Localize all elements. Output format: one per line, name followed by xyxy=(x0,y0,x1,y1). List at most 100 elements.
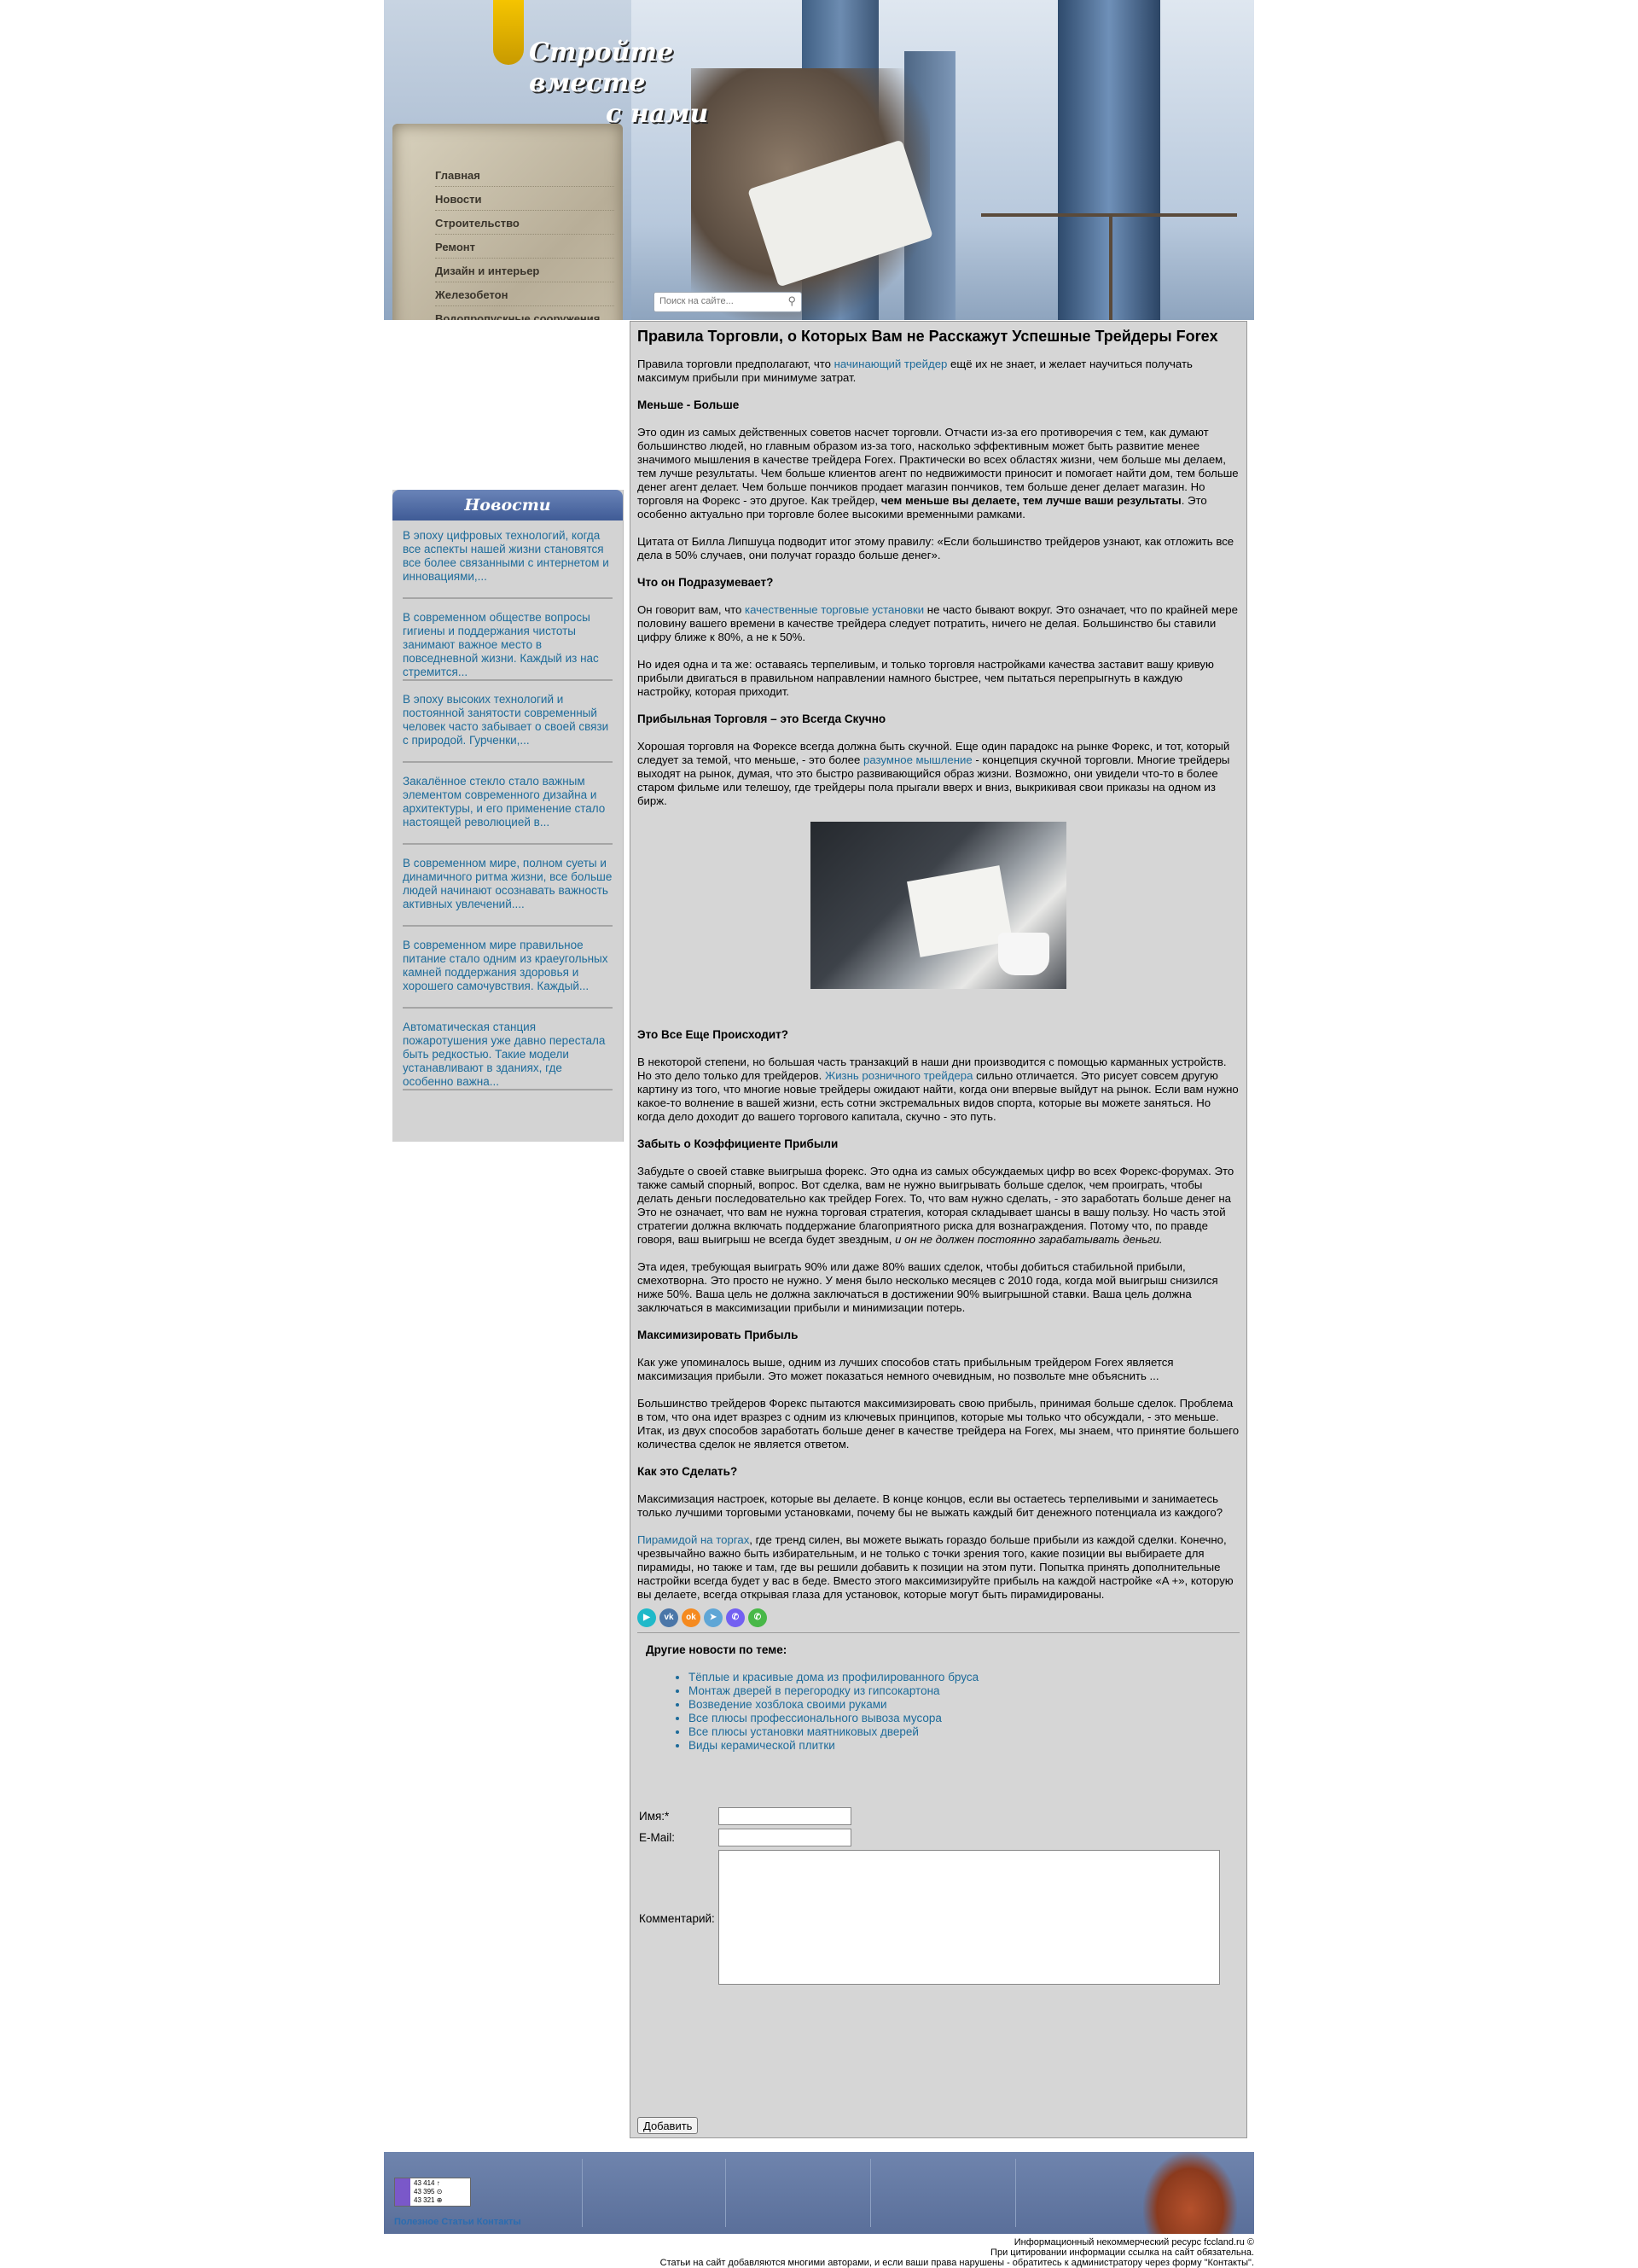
related-link[interactable]: Возведение хозблока своими руками xyxy=(688,1698,887,1711)
nav-item[interactable]: Главная xyxy=(435,163,614,187)
news-heading: Новости xyxy=(392,490,623,520)
section-heading: Прибыльная Торговля – это Всегда Скучно xyxy=(637,712,886,725)
whatsapp-icon[interactable]: ✆ xyxy=(748,1608,767,1627)
nav-item[interactable]: Дизайн и интерьер xyxy=(435,259,614,282)
comment-form: Имя:* E-Mail: Комментарий: xyxy=(637,1806,1240,1990)
comment-field[interactable] xyxy=(717,1850,1220,1985)
crane-graphic xyxy=(1109,213,1112,320)
article-paragraph: Максимизация настроек, которые вы делает… xyxy=(637,1492,1223,1519)
divider xyxy=(637,1632,1240,1633)
bold-text: чем меньше вы делаете, тем лучше ваши ре… xyxy=(880,494,1182,507)
related-item: Виды керамической плитки xyxy=(688,1739,1240,1753)
logo-line-1: Стройте вместе xyxy=(529,38,674,98)
article-paragraph: Он говорит вам, что качественные торговы… xyxy=(637,603,1240,644)
site-footer: 43 414 ↑ 43 395 ⊙ 43 321 ⊕ Полезное Стат… xyxy=(384,2152,1254,2234)
section-heading: Забыть о Коэффициенте Прибыли xyxy=(637,1137,839,1150)
link-reasonable-thinking[interactable]: разумное мышление xyxy=(863,753,973,766)
related-link[interactable]: Тёплые и красивые дома из профилированно… xyxy=(688,1671,979,1684)
article-paragraph: В некоторой степени, но большая часть тр… xyxy=(637,1055,1240,1124)
viber-icon[interactable]: ✆ xyxy=(726,1608,745,1627)
section-heading: Как это Сделать? xyxy=(637,1465,738,1478)
article-paragraph: Это один из самых действенных советов на… xyxy=(637,426,1240,521)
email-field[interactable] xyxy=(717,1829,851,1846)
news-item[interactable]: В эпоху высоких технологий и постоянной … xyxy=(403,693,613,763)
page: Стройте вместе с нами Главная Новости Стро… xyxy=(384,0,1254,2268)
footer-info: Информационный некоммерческий ресурс fcc… xyxy=(384,2237,1254,2268)
news-sidebar: Новости В эпоху цифровых технологий, ког… xyxy=(392,490,624,1142)
nav-item[interactable]: Новости xyxy=(435,187,614,211)
news-item[interactable]: В современном обществе вопросы гигиены и… xyxy=(403,611,613,681)
site-header: Стройте вместе с нами Главная Новости Стро… xyxy=(384,0,1254,320)
crane-hook-icon xyxy=(493,0,524,65)
article-paragraph: Правила торговли предполагают, что начин… xyxy=(637,358,1240,385)
comment-label: Комментарий: xyxy=(639,1912,715,1925)
main-navigation: Главная Новости Строительство Ремонт Дизайн … xyxy=(392,124,623,320)
counter-line: 43 414 ↑ xyxy=(414,2179,440,2187)
footer-info-line: Статьи на сайт добавляются многими автор… xyxy=(659,2258,1254,2268)
bricks-trowel-icon xyxy=(1143,2152,1237,2234)
related-link[interactable]: Все плюсы профессионального вывоза мусор… xyxy=(688,1712,942,1724)
divider xyxy=(870,2159,871,2227)
divider xyxy=(725,2159,726,2227)
link-quality-setups[interactable]: качественные торговые установки xyxy=(745,603,924,616)
name-field[interactable] xyxy=(717,1807,851,1825)
related-link[interactable]: Виды керамической плитки xyxy=(688,1739,835,1752)
site-logo[interactable]: Стройте вместе с нами xyxy=(529,38,751,130)
link-retail-trader[interactable]: Жизнь розничного трейдера xyxy=(825,1069,973,1082)
footer-links[interactable]: Полезное Статьи Контакты xyxy=(394,2217,521,2227)
article-image xyxy=(810,822,1066,989)
name-label: Имя:* xyxy=(639,1809,670,1823)
related-item: Все плюсы профессионального вывоза мусор… xyxy=(688,1712,1240,1725)
link-pyramiding[interactable]: Пирамидой на торгах xyxy=(637,1533,749,1546)
text: Правила торговли предполагают, что xyxy=(637,358,834,370)
nav-item[interactable]: Строительство xyxy=(435,211,614,235)
related-link[interactable]: Монтаж дверей в перегородку из гипсокарт… xyxy=(688,1684,940,1697)
italic-text: и он не должен постоянно зарабатывать де… xyxy=(895,1233,1163,1246)
news-list: В эпоху цифровых технологий, когда все а… xyxy=(392,520,623,1090)
section-heading: Меньше - Больше xyxy=(637,398,740,411)
news-item[interactable]: В современном мире, полном суеты и динам… xyxy=(403,857,613,927)
search-icon[interactable]: ⚲ xyxy=(787,294,796,308)
telegram-icon[interactable]: ➤ xyxy=(704,1608,723,1627)
news-item[interactable]: Закалённое стекло стало важным элементом… xyxy=(403,775,613,845)
submit-comment-button[interactable]: Добавить xyxy=(637,2117,699,2134)
news-item[interactable]: В современном мире правильное питание ст… xyxy=(403,939,613,1009)
news-item[interactable]: Автоматическая станция пожаротушения уже… xyxy=(403,1021,613,1090)
article-paragraph: Как уже упоминалось выше, одним из лучши… xyxy=(637,1356,1174,1382)
section-heading: Это Все Еще Происходит? xyxy=(637,1028,788,1041)
news-item[interactable]: В эпоху цифровых технологий, когда все а… xyxy=(403,529,613,599)
divider xyxy=(1015,2159,1016,2227)
article-paragraph: Большинство трейдеров Форекс пытаются ма… xyxy=(637,1397,1240,1451)
footer-info-line: Информационный некоммерческий ресурс fcc… xyxy=(1014,2237,1254,2248)
share-icon-1[interactable]: ▶ xyxy=(637,1608,656,1627)
article-paragraph: Эта идея, требующая выиграть 90% или даж… xyxy=(637,1260,1218,1314)
article-paragraph: Цитата от Билла Липшуца подводит итог эт… xyxy=(637,535,1234,561)
article-content: Правила Торговли, о Которых Вам не Расск… xyxy=(630,321,1247,2138)
counter-line: 43 395 ⊙ xyxy=(414,2188,443,2195)
nav-item[interactable]: Водопропускные сооружения xyxy=(435,306,614,320)
article-title: Правила Торговли, о Которых Вам не Расск… xyxy=(637,328,1218,345)
ok-icon[interactable]: ok xyxy=(682,1608,700,1627)
section-heading: Что он Подразумевает? xyxy=(637,576,774,589)
article-paragraph: Пирамидой на торгах, где тренд силен, вы… xyxy=(637,1533,1240,1602)
search-input[interactable] xyxy=(654,293,784,310)
document-graphic xyxy=(907,865,1013,957)
article-paragraph: Хорошая торговля на Форексе всегда должн… xyxy=(637,740,1240,808)
vk-icon[interactable]: vk xyxy=(659,1608,678,1627)
link-beginner-trader[interactable]: начинающий трейдер xyxy=(834,358,948,370)
related-item: Тёплые и красивые дома из профилированно… xyxy=(688,1671,1240,1684)
counter-logo-icon xyxy=(395,2178,410,2206)
related-item: Все плюсы установки маятниковых дверей xyxy=(688,1725,1240,1739)
search-box: ⚲ xyxy=(653,292,802,312)
related-item: Монтаж дверей в перегородку из гипсокарт… xyxy=(688,1684,1240,1698)
related-link[interactable]: Все плюсы установки маятниковых дверей xyxy=(688,1725,919,1738)
cup-graphic xyxy=(998,933,1049,975)
section-heading: Максимизировать Прибыль xyxy=(637,1329,799,1341)
counter-line: 43 321 ⊕ xyxy=(414,2196,443,2204)
share-buttons: ▶ vk ok ➤ ✆ ✆ xyxy=(637,1608,1240,1627)
visit-counter[interactable]: 43 414 ↑ 43 395 ⊙ 43 321 ⊕ xyxy=(394,2178,471,2207)
nav-item[interactable]: Ремонт xyxy=(435,235,614,259)
email-label: E-Mail: xyxy=(639,1830,676,1844)
related-heading: Другие новости по теме: xyxy=(646,1643,787,1656)
nav-item[interactable]: Железобетон xyxy=(435,282,614,306)
